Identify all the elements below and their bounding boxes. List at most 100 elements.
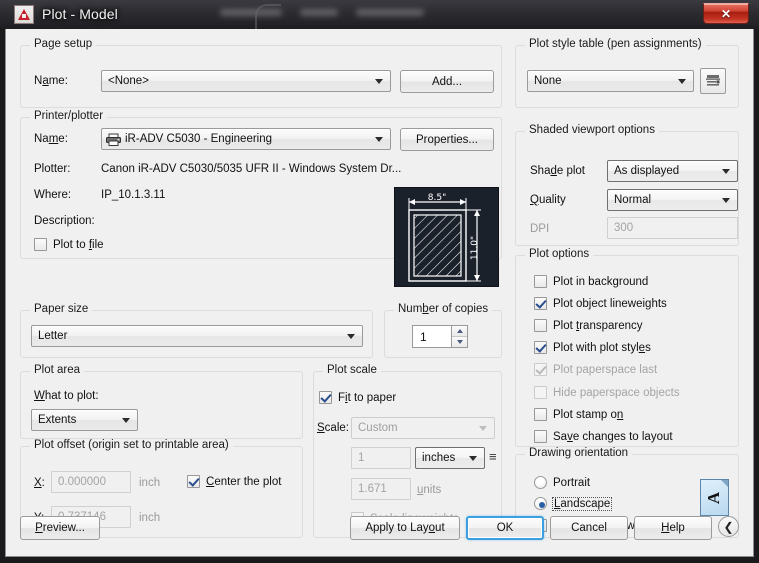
plot-transparency-checkbox[interactable]: Plot transparency xyxy=(534,319,643,332)
scale-units-label: units xyxy=(417,484,442,496)
orientation-portrait-label: Portrait xyxy=(553,476,591,489)
plot-dialog: Page setup Name: <None> Add... Printer/p… xyxy=(5,29,754,557)
offset-x-unit: inch xyxy=(139,477,161,489)
plot-object-lineweights-checkbox[interactable]: Plot object lineweights xyxy=(534,297,667,310)
orientation-landscape-radio[interactable]: Landscape xyxy=(534,496,613,511)
copies-decrement-button[interactable] xyxy=(452,337,467,347)
plot-to-file-checkbox[interactable]: Plot to file xyxy=(34,238,104,251)
orientation-glyph: A xyxy=(704,491,724,504)
plot-area-legend: Plot area xyxy=(30,364,85,376)
description-label: Description: xyxy=(34,215,95,227)
checkbox-box xyxy=(534,275,547,288)
preview-width-text: 8.5" xyxy=(428,193,446,203)
plot-in-background-label: Plot in background xyxy=(553,275,649,288)
plot-with-plot-styles-checkbox[interactable]: Plot with plot styles xyxy=(534,341,651,354)
offset-x-value: 0.000000 xyxy=(58,476,106,488)
plot-in-background-checkbox[interactable]: Plot in background xyxy=(534,275,648,288)
page-setup-legend: Page setup xyxy=(30,38,97,50)
quality-label: Quality xyxy=(530,194,566,206)
printer-name-value: iR-ADV C5030 - Engineering xyxy=(125,133,273,145)
what-to-plot-label: What to plot: xyxy=(34,390,99,402)
scale-label: Scale: xyxy=(317,422,349,434)
orientation-portrait-radio[interactable]: Portrait xyxy=(534,476,590,489)
scale-combo[interactable]: Custom xyxy=(351,417,495,439)
page-setup-name-label: Name: xyxy=(34,75,68,87)
plot-object-lineweights-label: Plot object lineweights xyxy=(553,297,667,310)
cancel-button[interactable]: Cancel xyxy=(550,516,628,540)
shaded-viewport-legend: Shaded viewport options xyxy=(525,124,659,136)
plotter-label: Plotter: xyxy=(34,163,71,175)
copies-increment-button[interactable] xyxy=(452,326,467,337)
cancel-button-label: Cancel xyxy=(571,522,607,534)
chevron-down-icon xyxy=(347,334,355,339)
chevron-down-icon xyxy=(375,79,383,84)
paper-preview-drawing: 8.5" 11.0" xyxy=(408,193,481,282)
help-button[interactable]: Help xyxy=(634,516,712,540)
scale-denominator-value: 1.671 xyxy=(358,483,387,495)
autocad-logo-icon xyxy=(14,5,34,24)
scale-value: Custom xyxy=(358,422,398,434)
plot-to-file-label: Plot to file xyxy=(53,238,104,251)
paper-size-combo[interactable]: Letter xyxy=(31,325,363,347)
plot-paperspace-last-label: Plot paperspace last xyxy=(553,363,658,376)
scale-numerator-field[interactable]: 1 xyxy=(351,447,411,469)
dpi-field[interactable]: 300 xyxy=(607,217,738,239)
apply-to-layout-button[interactable]: Apply to Layout xyxy=(350,516,460,540)
offset-x-field[interactable]: 0.000000 xyxy=(51,471,131,493)
where-value: IP_10.1.3.11 xyxy=(101,189,166,201)
save-changes-to-layout-checkbox[interactable]: Save changes to layout xyxy=(534,430,673,443)
chevron-down-icon xyxy=(678,79,686,84)
preview-button[interactable]: Preview... xyxy=(20,516,100,540)
ok-button[interactable]: OK xyxy=(466,516,544,540)
checkbox-box xyxy=(534,297,547,310)
page-setup-name-combo[interactable]: <None> xyxy=(101,70,391,92)
plot-offset-legend: Plot offset (origin set to printable are… xyxy=(30,439,233,451)
triangle-down-icon xyxy=(456,340,463,344)
preview-height-text: 11.0" xyxy=(470,236,480,260)
printer-properties-label: Properties... xyxy=(416,133,478,146)
printer-name-combo[interactable]: iR-ADV C5030 - Engineering xyxy=(101,128,391,150)
copies-spinner-buttons[interactable] xyxy=(451,325,468,348)
checkbox-box xyxy=(534,408,547,421)
chevron-down-icon xyxy=(479,426,487,431)
landscape-page-icon: A xyxy=(700,479,729,516)
copies-legend: Number of copies xyxy=(394,303,493,315)
copies-value[interactable]: 1 xyxy=(412,325,452,348)
collapse-panel-button[interactable]: ❮ xyxy=(718,516,739,537)
plot-with-plot-styles-label: Plot with plot styles xyxy=(553,341,651,354)
scale-denominator-field[interactable]: 1.671 xyxy=(351,478,411,500)
checkbox-box xyxy=(187,475,200,488)
center-the-plot-checkbox[interactable]: Center the plot xyxy=(187,475,281,488)
chevron-down-icon xyxy=(469,456,477,461)
quality-combo[interactable]: Normal xyxy=(607,189,738,211)
close-button[interactable]: ✕ xyxy=(703,3,749,24)
scale-unit-combo[interactable]: inches xyxy=(415,447,485,469)
printer-properties-button[interactable]: Properties... xyxy=(400,128,494,151)
page-setup-name-value: <None> xyxy=(108,75,149,87)
dpi-value: 300 xyxy=(614,222,634,234)
plot-style-editor-button[interactable] xyxy=(700,68,726,94)
plot-stamp-on-checkbox[interactable]: Plot stamp on xyxy=(534,408,623,421)
scale-unit-value: inches xyxy=(422,452,456,464)
page-fold-icon xyxy=(721,480,728,487)
checkbox-box xyxy=(319,391,332,404)
what-to-plot-combo[interactable]: Extents xyxy=(31,409,138,431)
plot-transparency-label: Plot transparency xyxy=(553,319,643,332)
window-title-bar[interactable]: Plot - Model ✕ xyxy=(0,0,759,29)
printer-plotter-legend: Printer/plotter xyxy=(30,110,108,122)
shade-plot-combo[interactable]: As displayed xyxy=(607,160,738,182)
radio-dot xyxy=(534,497,547,510)
ok-button-label: OK xyxy=(496,522,514,534)
plot-style-table-combo[interactable]: None xyxy=(527,70,694,92)
shade-plot-label: Shade plot xyxy=(530,165,586,177)
fit-to-paper-label: Fit to paper xyxy=(338,391,397,404)
orientation-landscape-label: Landscape xyxy=(551,496,613,511)
add-page-setup-button[interactable]: Add... xyxy=(400,70,494,93)
hide-paperspace-objects-checkbox[interactable]: Hide paperspace objects xyxy=(534,386,680,399)
plot-style-table-legend: Plot style table (pen assignments) xyxy=(525,38,706,50)
paper-preview: 8.5" 11.0" xyxy=(394,187,499,287)
plot-paperspace-last-checkbox[interactable]: Plot paperspace last xyxy=(534,363,657,376)
fit-to-paper-checkbox[interactable]: Fit to paper xyxy=(319,391,396,404)
window-title: Plot - Model xyxy=(42,6,118,22)
copies-spinner[interactable]: 1 xyxy=(412,325,468,348)
